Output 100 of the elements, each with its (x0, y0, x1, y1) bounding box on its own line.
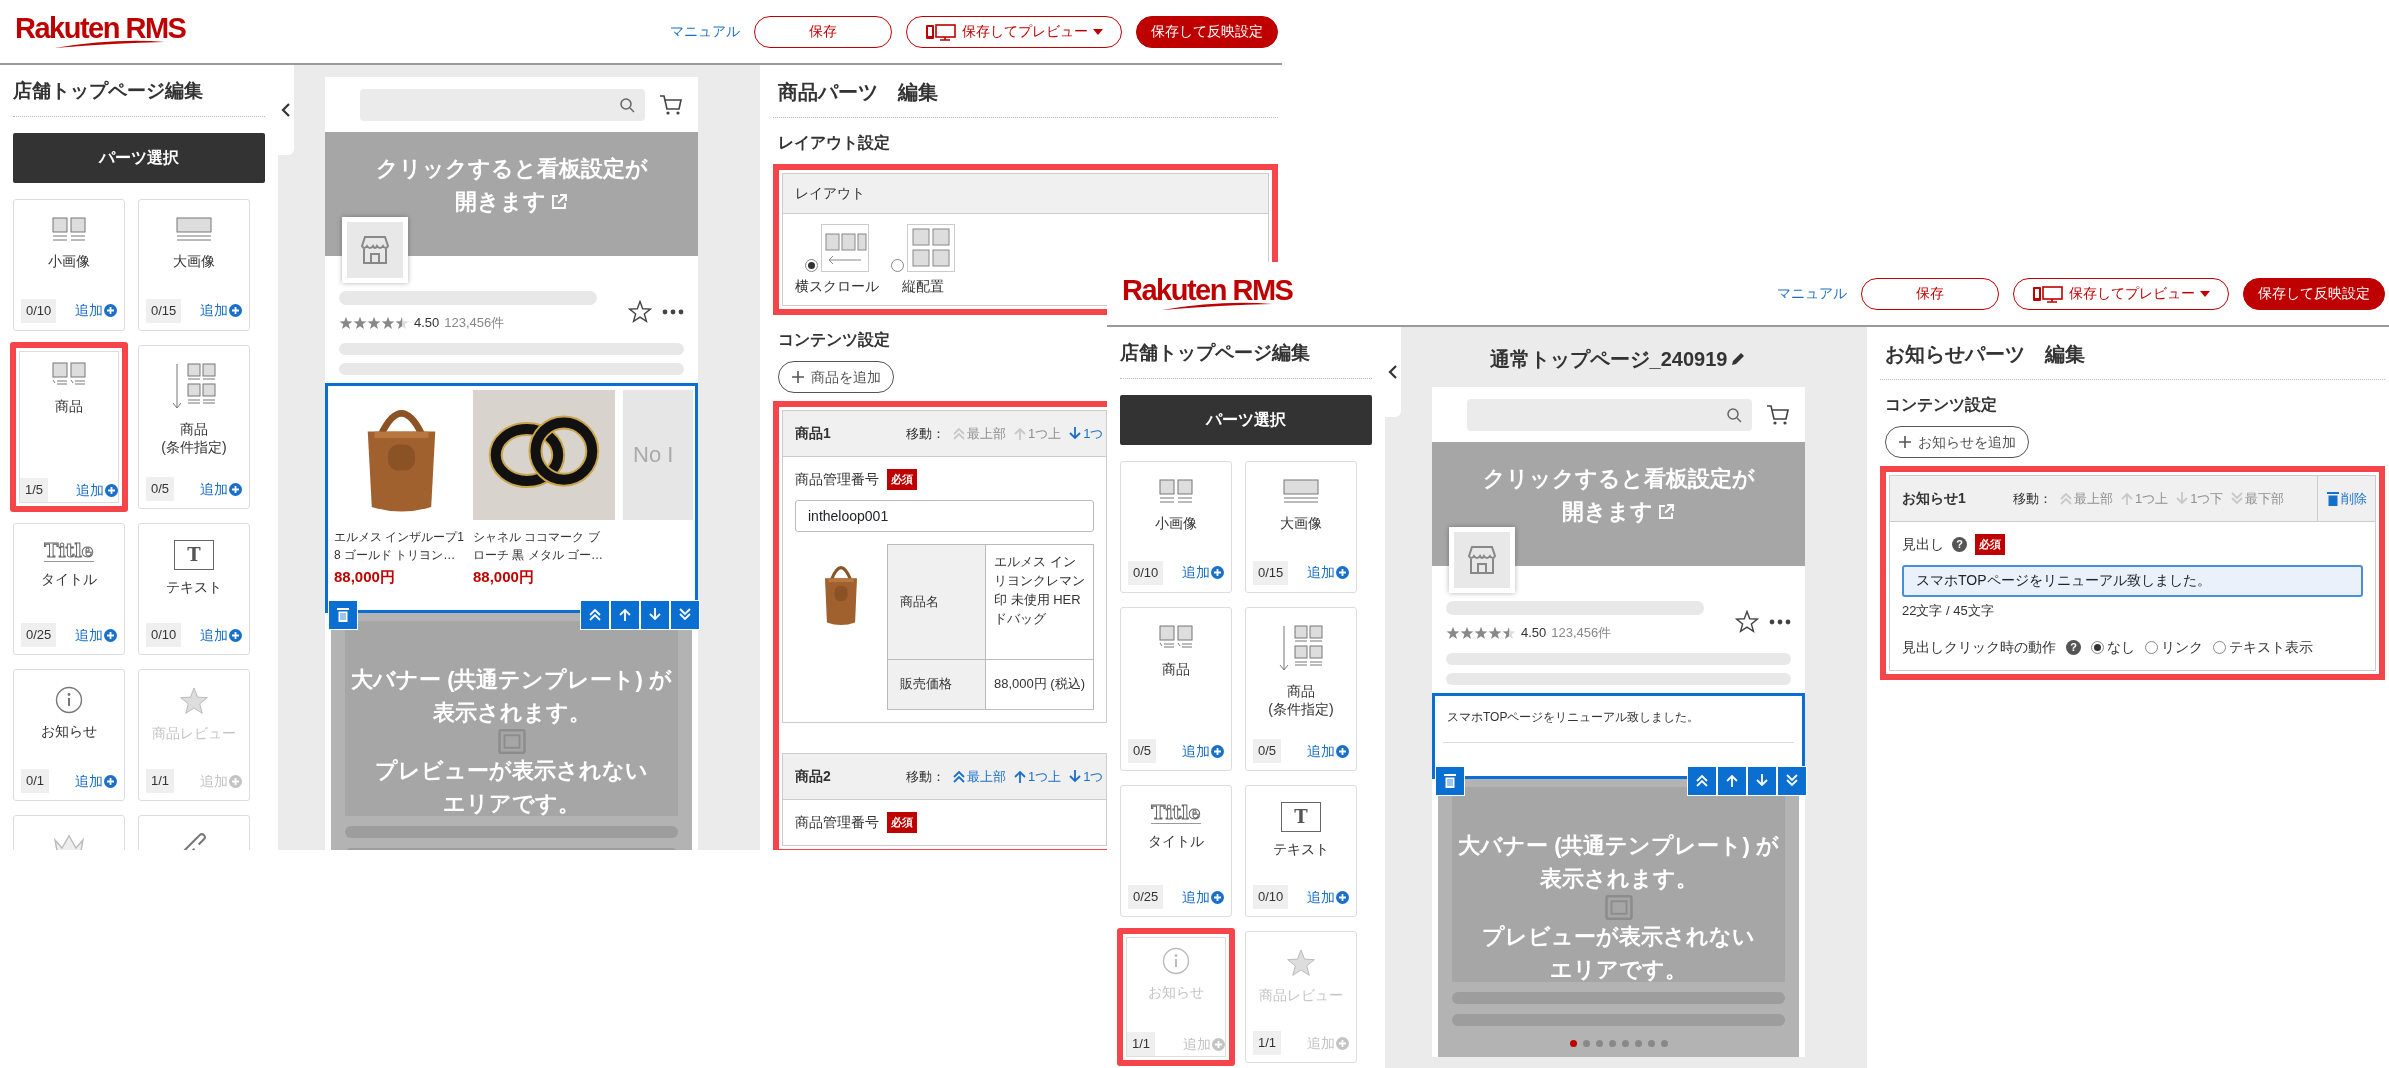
add-button[interactable]: お知らせを追加 (1885, 426, 2029, 458)
add-link[interactable]: 追加 (200, 478, 242, 500)
radio-button[interactable] (2213, 640, 2226, 654)
section-heading: コンテンツ設定 (1885, 395, 1997, 415)
part-tile[interactable]: 商品 0/5 追加 (1120, 606, 1232, 771)
search-field[interactable] (360, 88, 645, 121)
carousel-dot[interactable] (1634, 1039, 1642, 1047)
save-button[interactable]: 保存 (754, 15, 892, 48)
add-link[interactable]: 追加 (200, 624, 242, 646)
option-label[interactable]: 横スクロール (795, 276, 879, 297)
radio-button[interactable] (2145, 640, 2158, 654)
part-tile[interactable]: 大画像 0/15 追加 (1245, 460, 1357, 593)
help-icon[interactable]: ? (1952, 537, 1967, 552)
collapse-tab[interactable] (278, 65, 294, 155)
tile-label: テキスト (166, 577, 222, 597)
usage-count: 1/5 (20, 478, 49, 502)
save-preview-button[interactable]: 保存してプレビュー (906, 15, 1122, 48)
part-tile[interactable]: 商品 (条件指定) 0/5 追加 (1245, 606, 1357, 771)
add-link[interactable]: 追加 (1182, 740, 1224, 762)
move-up-button[interactable] (1717, 765, 1747, 796)
cart-icon (659, 92, 683, 117)
part-tile[interactable]: 小画像 0/10 追加 (1120, 460, 1232, 593)
save-preview-button[interactable]: 保存してプレビュー (2013, 277, 2229, 310)
part-tile[interactable]: 商品 1/5 追加 (10, 341, 128, 512)
title-glyph: Title (44, 539, 94, 562)
move-down-button[interactable] (640, 599, 670, 630)
radio-button[interactable] (891, 259, 904, 272)
move-link[interactable]: 1つ上 (1013, 766, 1062, 787)
star-outline-icon[interactable] (628, 299, 652, 324)
move-link[interactable]: 1つ (1068, 423, 1104, 444)
add-link[interactable]: 追加 (200, 300, 242, 322)
part-tile[interactable]: T テキスト 0/10 追加 (138, 522, 250, 655)
collapse-tab[interactable] (1385, 327, 1401, 417)
add-link[interactable]: 追加 (75, 770, 117, 792)
add-link[interactable]: 追加 (1182, 562, 1224, 584)
part-tile[interactable]: T テキスト 0/10 追加 (1245, 784, 1357, 917)
add-link[interactable]: 追加 (76, 479, 118, 501)
parts-select-button[interactable]: パーツ選択 (13, 132, 265, 183)
star-icon (1474, 625, 1488, 640)
carousel-dot[interactable] (1582, 1039, 1590, 1047)
radio-label[interactable]: リンク (2161, 636, 2203, 658)
arrow-down-icon (1068, 426, 1083, 441)
option-label[interactable]: 縦配置 (902, 276, 944, 297)
delete-button[interactable] (328, 599, 358, 630)
arrow-top-icon (2059, 491, 2073, 506)
add-button[interactable]: 商品を追加 (778, 361, 894, 393)
radio-button[interactable] (2091, 640, 2104, 654)
move-down-button[interactable] (1747, 765, 1777, 796)
chevron-left-icon[interactable] (281, 102, 291, 118)
selected-module[interactable]: エルメス インザループ1 8 ゴールド トリヨン… 88,000円 シャネル ココマーク ブ ローチ 黒 メタル ゴー… 88,000円 No I (325, 382, 698, 613)
carousel-dot[interactable] (1595, 1039, 1603, 1047)
search-field[interactable] (1467, 398, 1752, 431)
tile-label: 大画像 (173, 251, 215, 271)
delete-button[interactable] (1435, 765, 1465, 796)
save-publish-button[interactable]: 保存して反映設定 (2243, 277, 2385, 310)
save-publish-button[interactable]: 保存して反映設定 (1136, 15, 1278, 48)
carousel-dot[interactable] (1621, 1039, 1629, 1047)
chevron-left-icon[interactable] (1388, 364, 1398, 380)
more-icon[interactable] (662, 308, 684, 315)
radio-label[interactable]: なし (2107, 636, 2135, 658)
carousel-dot[interactable] (1660, 1039, 1668, 1047)
part-tile[interactable]: お知らせ 0/1 追加 (13, 668, 125, 801)
move-up-button[interactable] (610, 599, 640, 630)
manual-link[interactable]: マニュアル (670, 21, 740, 42)
move-label: 移動： (906, 424, 945, 443)
part-tile[interactable]: 小画像 0/10 追加 (13, 198, 125, 331)
move-top-button[interactable] (1687, 765, 1717, 796)
part-tile[interactable]: Title タイトル 0/25 追加 (1120, 784, 1232, 917)
part-tile[interactable]: 大画像 0/15 追加 (138, 198, 250, 331)
add-link[interactable]: 追加 (1182, 886, 1224, 908)
add-link[interactable]: 追加 (1307, 886, 1349, 908)
move-bottom-button[interactable] (670, 599, 700, 630)
carousel-dot[interactable] (1647, 1039, 1655, 1047)
save-button[interactable]: 保存 (1861, 277, 1999, 310)
move-link[interactable]: 最上部 (952, 766, 1006, 787)
add-link[interactable]: 追加 (1307, 740, 1349, 762)
more-icon[interactable] (1769, 618, 1791, 625)
part-tile[interactable]: Title タイトル 0/25 追加 (13, 522, 125, 655)
input-field[interactable]: intheloop001 (795, 500, 1094, 532)
parts-select-button[interactable]: パーツ選択 (1120, 394, 1372, 445)
field-label: 商品管理番号 (795, 470, 879, 489)
delete-link[interactable]: 削除 (2326, 488, 2367, 509)
add-link[interactable]: 追加 (1307, 562, 1349, 584)
radio-label[interactable]: テキスト表示 (2229, 636, 2313, 658)
add-link[interactable]: 追加 (75, 300, 117, 322)
banner-notice-text: 大バナー (共通テンプレート) が (351, 665, 672, 694)
radio-button[interactable] (805, 259, 818, 272)
star-outline-icon[interactable] (1735, 609, 1759, 634)
input-field[interactable]: スマホTOPページをリニューアル致しました。 (1902, 565, 2363, 597)
move-label: 移動： (906, 767, 945, 786)
move-bottom-button[interactable] (1777, 765, 1807, 796)
add-link[interactable]: 追加 (75, 624, 117, 646)
manual-link[interactable]: マニュアル (1777, 283, 1847, 304)
help-icon[interactable]: ? (2066, 639, 2081, 655)
carousel-dot[interactable] (1569, 1039, 1577, 1047)
banner-text: クリックすると看板設定が (1481, 465, 1756, 493)
part-tile[interactable]: 商品 (条件指定) 0/5 追加 (138, 344, 250, 509)
carousel-dot[interactable] (1608, 1039, 1616, 1047)
move-link[interactable]: 1つ (1068, 766, 1104, 787)
move-top-button[interactable] (580, 599, 610, 630)
